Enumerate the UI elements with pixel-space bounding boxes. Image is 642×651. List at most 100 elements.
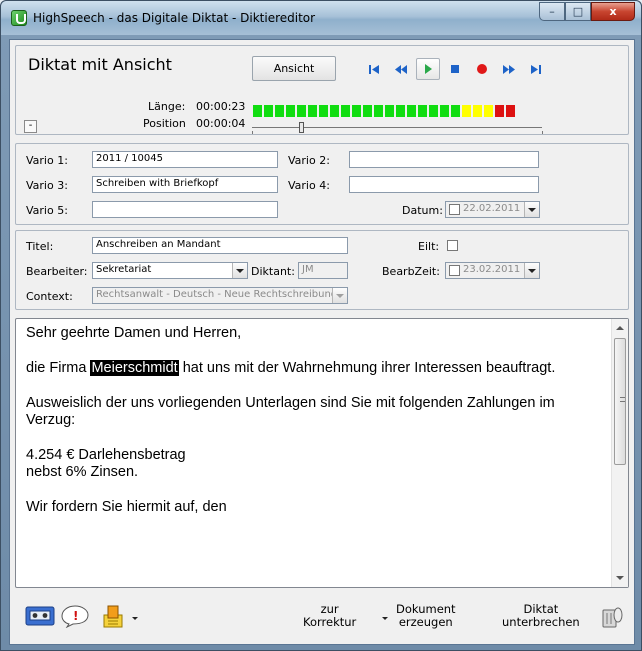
document-menu-dropdown-icon[interactable] xyxy=(132,617,138,620)
title-bar[interactable]: HighSpeech - das Digitale Diktat - Dikti… xyxy=(1,1,641,35)
doc-text: die Firma xyxy=(26,360,91,376)
stop-icon[interactable] xyxy=(443,58,467,80)
datum-checkbox[interactable] xyxy=(449,204,460,215)
trash-bin-icon[interactable] xyxy=(599,605,623,632)
skip-start-icon[interactable] xyxy=(362,58,386,80)
doc-text: hat uns mit der Wahrnehmung ihrer Intere… xyxy=(178,360,556,376)
vario3-label: Vario 3: xyxy=(26,179,68,192)
vario4-label: Vario 4: xyxy=(288,179,330,192)
bearbeiter-dropdown-icon[interactable] xyxy=(232,263,247,278)
level-meter-segment xyxy=(418,105,427,117)
bottom-toolbar: ! zur Korrektur Dokument erzeugen Diktat… xyxy=(15,596,629,640)
level-meter-segment xyxy=(440,105,449,117)
datum-picker[interactable]: 22.02.2011 xyxy=(445,201,540,218)
doc-line: die Firma Meierschmidt hat uns mit der W… xyxy=(26,360,601,377)
doc-line: Ausweislich der uns vorliegenden Unterla… xyxy=(26,395,555,428)
titel-label: Titel: xyxy=(26,240,54,253)
level-meter-segment xyxy=(385,105,394,117)
level-meter-segment xyxy=(506,105,515,117)
vario1-field[interactable]: 2011 / 10045 xyxy=(92,151,278,168)
slider-thumb[interactable] xyxy=(299,122,304,133)
bearbeiter-label: Bearbeiter: xyxy=(26,265,88,278)
datum-dropdown-icon[interactable] xyxy=(524,202,539,217)
level-meter-segment xyxy=(275,105,284,117)
minimize-button[interactable]: – xyxy=(539,2,565,21)
bearbzeit-dropdown-icon[interactable] xyxy=(524,263,539,278)
diktat-unterbrechen-button[interactable]: Diktat unterbrechen xyxy=(502,603,580,629)
zur-korrektur-button[interactable]: zur Korrektur xyxy=(303,603,356,629)
view-button[interactable]: Ansicht xyxy=(252,56,336,81)
record-icon[interactable] xyxy=(470,58,494,80)
slider-tick-end xyxy=(542,131,543,134)
zur-korrektur-line2: Korrektur xyxy=(303,615,357,629)
selected-text[interactable]: Meierschmidt xyxy=(90,360,179,376)
document-text[interactable]: Sehr geehrte Damen und Herren, die Firma… xyxy=(26,325,601,534)
eilt-checkbox[interactable] xyxy=(447,240,458,251)
context-value: Rechtsanwalt - Deutsch - Neue Rechtschre… xyxy=(96,289,344,300)
doc-line: Sehr geehrte Damen und Herren, xyxy=(26,325,242,341)
diktant-label: Diktant: xyxy=(251,265,295,278)
bearbeiter-select[interactable]: Sekretariat xyxy=(92,262,248,279)
rewind-icon[interactable] xyxy=(389,58,413,80)
fast-forward-icon[interactable] xyxy=(497,58,521,80)
level-meter-segment xyxy=(297,105,306,117)
position-label: Position xyxy=(143,117,186,130)
app-icon xyxy=(11,10,27,26)
play-icon[interactable] xyxy=(416,58,440,80)
dokument-line2: erzeugen xyxy=(398,615,453,629)
level-meter-segment xyxy=(253,105,262,117)
level-meter-segment xyxy=(462,105,471,117)
skip-end-icon[interactable] xyxy=(524,58,548,80)
level-meter-segment xyxy=(396,105,405,117)
position-value: 00:00:04 xyxy=(196,117,246,130)
scroll-down-icon[interactable] xyxy=(616,576,624,580)
level-meter-segment xyxy=(473,105,482,117)
vario3-field[interactable]: Schreiben with Briefkopf xyxy=(92,176,278,193)
length-value: 00:00:23 xyxy=(196,100,246,113)
slider-tick-start xyxy=(252,131,253,134)
level-meter-segment xyxy=(374,105,383,117)
bearbzeit-picker[interactable]: 23.02.2011 xyxy=(445,262,540,279)
datum-value: 22.02.2011 xyxy=(463,203,521,214)
context-label: Context: xyxy=(26,290,73,303)
context-select[interactable]: Rechtsanwalt - Deutsch - Neue Rechtschre… xyxy=(92,287,348,304)
vario-panel: Vario 1: 2011 / 10045 Vario 2: Vario 3: … xyxy=(15,143,629,225)
comment-alert-icon[interactable]: ! xyxy=(60,604,90,631)
datum-label: Datum: xyxy=(402,204,443,217)
level-meter-segment xyxy=(330,105,339,117)
bearbzeit-checkbox[interactable] xyxy=(449,265,460,276)
doc-text: 4.254 € Darlehensbetrag xyxy=(26,447,186,463)
level-meter xyxy=(253,105,517,117)
eilt-label: Eilt: xyxy=(418,240,440,253)
document-usb-icon[interactable] xyxy=(101,604,127,633)
level-meter-segment xyxy=(451,105,460,117)
vario4-field[interactable] xyxy=(349,176,539,193)
position-slider[interactable] xyxy=(246,122,546,134)
diktat-line2: unterbrechen xyxy=(502,615,580,629)
transport-controls xyxy=(362,58,551,80)
vario5-field[interactable] xyxy=(92,201,278,218)
scroll-up-icon[interactable] xyxy=(616,326,624,330)
close-button[interactable]: x xyxy=(591,2,635,21)
document-editor[interactable]: Sehr geehrte Damen und Herren, die Firma… xyxy=(15,318,629,588)
collapse-button[interactable]: - xyxy=(24,120,37,133)
scroll-thumb[interactable] xyxy=(614,338,626,465)
length-label: Länge: xyxy=(148,100,186,113)
cassette-icon[interactable] xyxy=(25,604,55,631)
vario2-label: Vario 2: xyxy=(288,154,330,167)
maximize-button[interactable]: □ xyxy=(565,2,591,21)
titel-field[interactable]: Anschreiben an Mandant xyxy=(92,237,348,254)
level-meter-segment xyxy=(429,105,438,117)
meta-panel: Titel: Anschreiben an Mandant Eilt: Bear… xyxy=(15,230,629,310)
slider-track xyxy=(252,127,542,128)
bearbeiter-value: Sekretariat xyxy=(96,264,152,275)
vertical-scrollbar[interactable] xyxy=(611,319,628,587)
korrektur-dropdown-icon[interactable] xyxy=(382,617,388,620)
level-meter-segment xyxy=(264,105,273,117)
vario2-field[interactable] xyxy=(349,151,539,168)
context-dropdown-icon[interactable] xyxy=(332,288,347,303)
dokument-erzeugen-button[interactable]: Dokument erzeugen xyxy=(396,603,456,629)
level-meter-segment xyxy=(407,105,416,117)
level-meter-segment xyxy=(319,105,328,117)
window-title: HighSpeech - das Digitale Diktat - Dikti… xyxy=(33,11,316,25)
